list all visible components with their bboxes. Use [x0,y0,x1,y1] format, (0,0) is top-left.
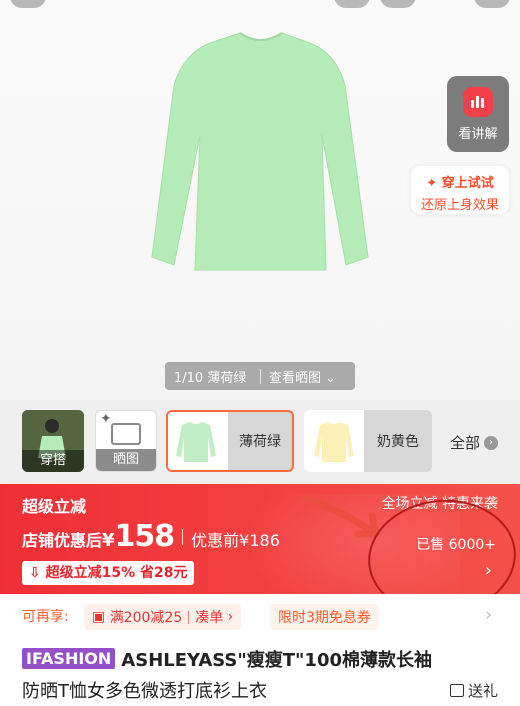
chevron-down-icon: ⌄ [325,370,337,386]
try-on-subtitle: 还原上身效果 [420,198,499,213]
product-title: IFASHION ASHLEYASS"瘦瘦T"100棉薄款长袖 防晒T恤女多色微透… [22,645,500,706]
sparkle-icon: ✦ [100,411,112,427]
chevron-right-icon: › [223,609,234,625]
sku-swatch [168,412,228,470]
photos-thumbnail[interactable]: ✦ 晒图 [95,410,157,472]
gift-label: 送礼 [467,682,498,700]
coupons-row: 可再享: ▣ 满200减25 凑单 › 限时3期免息券 › [0,594,520,640]
sku-option-mint[interactable]: 薄荷绿 [166,410,294,472]
bar-chart-icon [463,87,493,117]
sku-swatch [304,410,364,472]
watch-explain-button[interactable]: 看讲解 [447,76,509,152]
currency-symbol: ¥ [102,530,115,551]
title-line-2: 防晒T恤女多色微透打底衫上衣 [22,681,267,702]
cream-shirt-image [314,422,354,462]
back-button[interactable] [10,0,46,8]
coupon-icon: ▣ [92,609,110,625]
arrow-down-icon: ⇩ [29,565,41,581]
price-label: 店铺优惠后 [22,531,103,550]
gift-button[interactable]: 送礼 [449,680,498,701]
mint-shirt-image [176,422,216,462]
threshold-coupon[interactable]: ▣ 满200减25 凑单 › [84,604,242,630]
price-before: 优惠前¥186 [191,531,280,550]
discount-tag: ⇩ 超级立减15% 省28元 [22,561,195,585]
coupon-action: 凑单 [195,610,224,626]
product-tshirt-image [151,32,369,271]
all-label: 全部 [450,434,481,452]
sku-thumbnail-strip: 穿搭 ✦ 晒图 薄荷绿 奶黄色 全部 › [0,400,520,485]
chevron-right-icon[interactable]: › [485,605,492,625]
coupon-text: 满200减25 [109,610,183,626]
view-photos-link[interactable]: 查看晒图 ⌄ [261,367,336,386]
search-button[interactable] [334,0,370,8]
price-row: 店铺优惠后 ¥ 158 优惠前¥186 [22,519,280,554]
share-button[interactable] [380,0,416,8]
image-pager: 1/10 薄荷绿 查看晒图 ⌄ [165,362,355,390]
coupon-divider [188,610,190,624]
promo-title: 超级立减 [22,497,87,516]
try-on-button[interactable]: ✦ 穿上试试 还原上身效果 [410,165,510,215]
outfit-label: 穿搭 [22,450,84,472]
chevron-right-icon: › [484,435,499,450]
installment-coupon[interactable]: 限时3期免息券 [270,604,379,630]
discount-tag-text: 超级立减15% 省28元 [45,565,188,581]
title-line-1: ASHLEYASS"瘦瘦T"100棉薄款长袖 [121,650,432,671]
sku-option-cream[interactable]: 奶黄色 [304,410,432,472]
try-on-title: ✦ 穿上试试 [426,176,494,191]
product-image-area[interactable]: 看讲解 ✦ 穿上试试 还原上身效果 1/10 薄荷绿 查看晒图 ⌄ [0,0,520,400]
price-divider [182,528,184,545]
all-skus-link[interactable]: 全部 › [450,432,499,453]
outfit-thumbnail[interactable]: 穿搭 [22,410,84,472]
gift-icon [449,684,464,697]
coupon-text: 限时3期免息券 [278,610,371,626]
sku-name: 薄荷绿 [239,434,281,450]
explain-label: 看讲解 [458,127,498,142]
brand-badge[interactable]: IFASHION [22,648,116,669]
price-value: 158 [114,519,176,554]
coupons-lead: 可再享: [22,609,69,625]
sku-name: 奶黄色 [377,434,419,450]
image-icon [111,423,141,445]
more-button[interactable] [474,0,510,8]
image-counter: 1/10 薄荷绿 [174,370,247,386]
photos-label: 晒图 [96,449,156,471]
